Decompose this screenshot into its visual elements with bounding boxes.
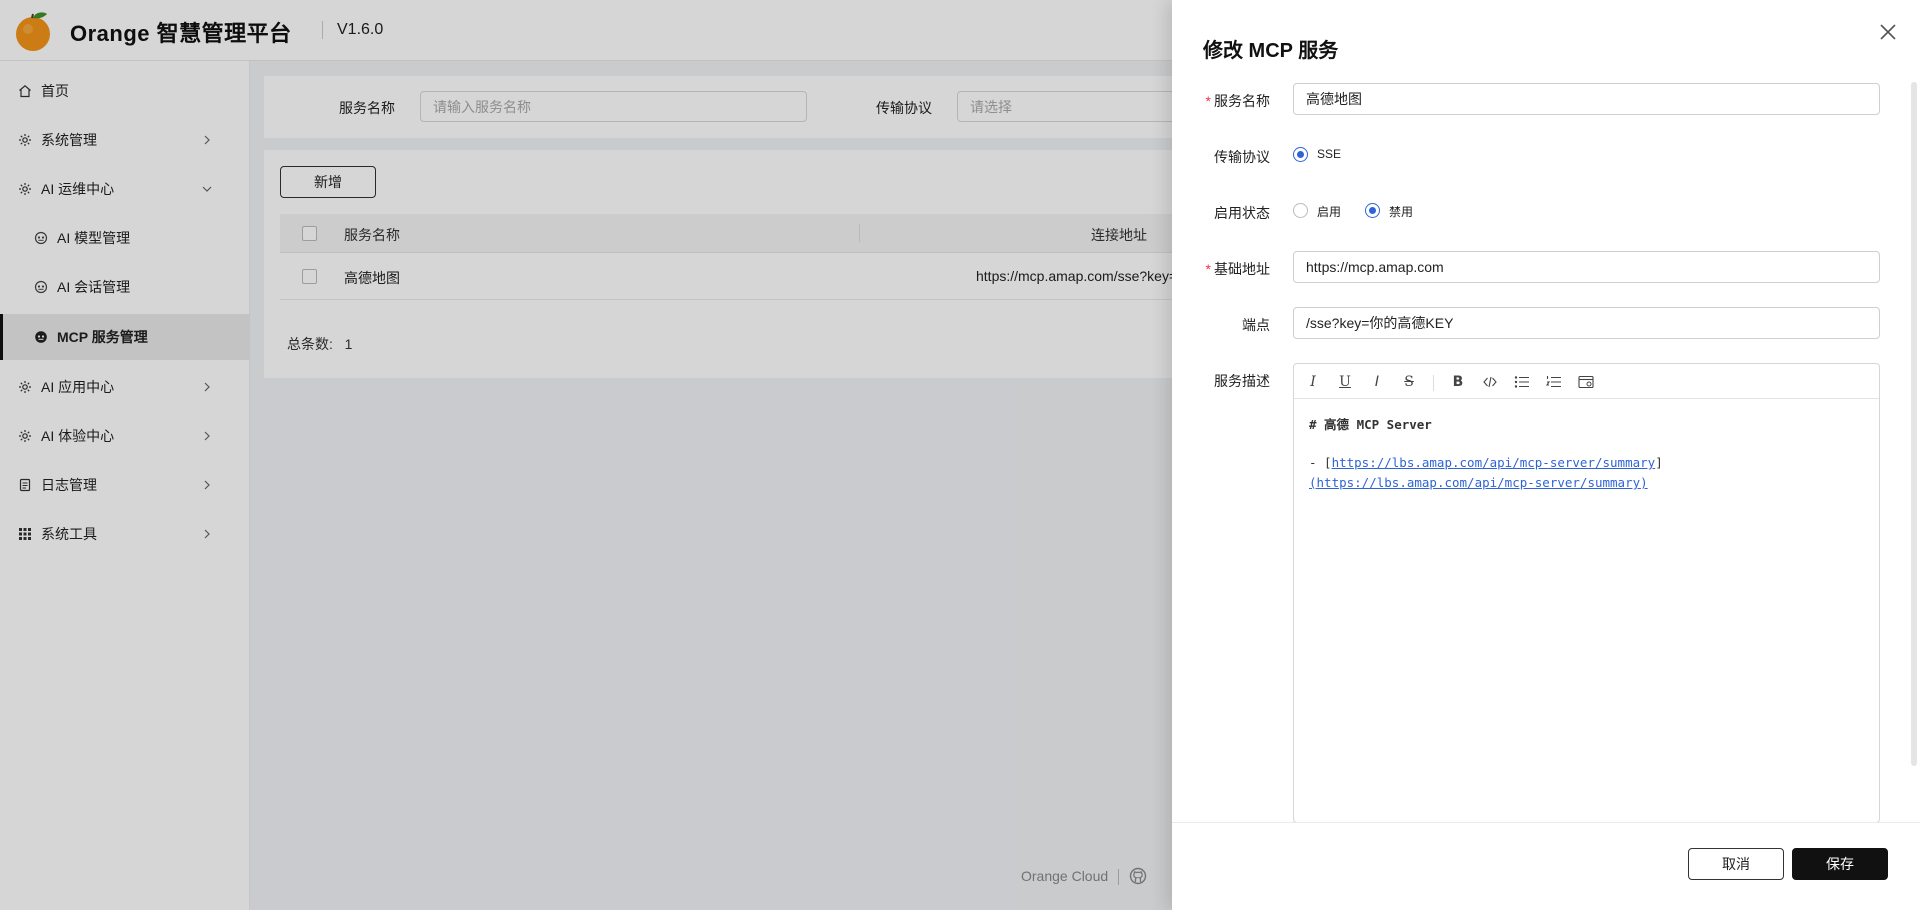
service-name-input[interactable] bbox=[1293, 83, 1880, 115]
ordered-list-icon[interactable] bbox=[1544, 372, 1564, 392]
cancel-button[interactable]: 取消 bbox=[1688, 848, 1784, 880]
status-radio-enabled[interactable] bbox=[1293, 203, 1308, 218]
preview-icon[interactable] bbox=[1576, 372, 1596, 392]
status-radio-disabled[interactable] bbox=[1365, 203, 1380, 218]
required-mark: * bbox=[1205, 261, 1211, 277]
endpoint-input[interactable] bbox=[1293, 307, 1880, 339]
drawer-title: 修改 MCP 服务 bbox=[1203, 40, 1339, 62]
status-radio-disabled-label[interactable]: 禁用 bbox=[1389, 203, 1413, 220]
description-label: 服务描述 bbox=[1214, 373, 1270, 389]
base-url-input[interactable] bbox=[1293, 251, 1880, 283]
editor-line-link-url: (https://lbs.amap.com/api/mcp-server/sum… bbox=[1309, 475, 1648, 490]
drawer-backdrop[interactable] bbox=[0, 0, 1172, 910]
protocol-radio-sse[interactable] bbox=[1293, 147, 1308, 162]
required-mark: * bbox=[1205, 93, 1211, 109]
code-icon[interactable] bbox=[1480, 372, 1500, 392]
strikethrough-icon[interactable]: S bbox=[1399, 372, 1419, 392]
protocol-label: 传输协议 bbox=[1214, 149, 1270, 165]
protocol-radio-sse-label[interactable]: SSE bbox=[1317, 147, 1341, 161]
editor-line-link: - [https://lbs.amap.com/api/mcp-server/s… bbox=[1309, 455, 1663, 470]
save-button[interactable]: 保存 bbox=[1792, 848, 1888, 880]
italic-icon[interactable]: I bbox=[1303, 372, 1323, 392]
drawer-scrollbar[interactable] bbox=[1911, 82, 1917, 766]
toolbar-divider bbox=[1433, 375, 1434, 391]
status-radio-enabled-label[interactable]: 启用 bbox=[1317, 203, 1341, 220]
summary-link[interactable]: https://lbs.amap.com/api/mcp-server/summ… bbox=[1332, 455, 1656, 470]
close-icon[interactable] bbox=[1878, 22, 1898, 42]
base-url-label: * 基础地址 bbox=[1205, 261, 1270, 277]
status-label: 启用状态 bbox=[1214, 205, 1270, 221]
endpoint-label: 端点 bbox=[1242, 317, 1270, 333]
service-name-label: * 服务名称 bbox=[1205, 93, 1270, 109]
summary-link-url[interactable]: (https://lbs.amap.com/api/mcp-server/sum… bbox=[1309, 475, 1648, 490]
editor-line-heading: # 高德 MCP Server bbox=[1309, 417, 1432, 432]
underline-icon[interactable]: U bbox=[1335, 372, 1355, 392]
bullet-list-icon[interactable] bbox=[1512, 372, 1532, 392]
bold-icon[interactable]: B bbox=[1448, 372, 1468, 392]
emphasis-icon[interactable]: I bbox=[1367, 372, 1387, 392]
drawer-footer-divider bbox=[1172, 822, 1920, 823]
